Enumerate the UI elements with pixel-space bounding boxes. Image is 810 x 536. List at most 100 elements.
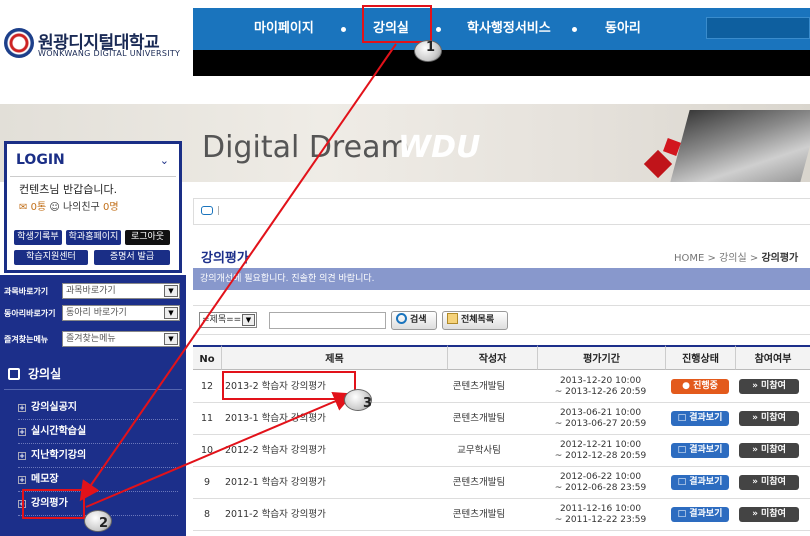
university-logo[interactable]: 원광디지털대학교 WONKWANG DIGITAL UNIVERSITY	[4, 28, 190, 62]
quicklink-club: 동아리바로가기 동아리 바로가기 ▼	[4, 305, 182, 322]
row-author: 콘텐츠개발팀	[452, 477, 506, 488]
speech-bubble-icon	[201, 206, 213, 215]
message-bar: |	[193, 198, 810, 225]
status-progress-badge[interactable]: ● 진행중	[671, 379, 729, 394]
highlight-box-nav-classroom	[362, 5, 432, 43]
login-heading: LOGIN	[16, 152, 65, 168]
row-number: 9	[203, 477, 211, 488]
column-header-participation: 참여여부	[735, 345, 810, 370]
plus-icon: +	[18, 452, 26, 460]
search-input[interactable]	[269, 312, 386, 329]
row-number: 10	[200, 445, 214, 456]
learning-support-button[interactable]: 학습지원센터	[14, 250, 88, 265]
view-result-button[interactable]: □ 결과보기	[671, 475, 729, 490]
chevron-down-icon[interactable]: ▼	[242, 314, 255, 326]
chevron-down-icon[interactable]: ▼	[164, 285, 178, 297]
chevron-down-icon[interactable]: ▼	[164, 333, 178, 345]
banner-wdu-logo: WDU	[398, 130, 481, 165]
divider	[10, 176, 176, 177]
table-row: 10 2012-2 학습자 강의평가 교무학사팀 2012-12-21 10:0…	[193, 435, 810, 467]
sidebar-item-notice[interactable]: + 강의실공지	[18, 398, 178, 420]
search-field-select[interactable]: =제목== ▼	[199, 312, 257, 328]
chevron-down-icon[interactable]: ⌄	[160, 154, 169, 167]
quicklink-label: 동아리바로가기	[4, 309, 56, 318]
logo-english-name: WONKWANG DIGITAL UNIVERSITY	[38, 49, 181, 58]
university-emblem-icon	[4, 28, 34, 58]
top-search-input[interactable]	[706, 17, 810, 39]
participation-badge: » 미참여	[739, 443, 799, 458]
quicklink-label: 과목바로가기	[4, 287, 49, 296]
login-box: LOGIN ⌄ 컨텐츠님 반갑습니다. ✉ 0통 ☺ 나의친구 0명 학생기록부…	[4, 141, 182, 273]
view-result-button[interactable]: □ 결과보기	[671, 411, 729, 426]
sidebar-item-live-study[interactable]: + 실시간학습실	[18, 422, 178, 444]
participation-badge: » 미참여	[739, 411, 799, 426]
row-period: 2012-12-21 10:00 ~ 2012-12-28 20:59	[554, 440, 647, 461]
participation-badge: » 미참여	[739, 507, 799, 522]
club-select[interactable]: 동아리 바로가기 ▼	[62, 305, 180, 321]
highlight-box-course-evaluation	[22, 489, 85, 519]
row-author: 콘텐츠개발팀	[452, 413, 506, 424]
column-header-period: 평가기간	[537, 345, 665, 370]
breadcrumb-section[interactable]: 강의실	[719, 253, 747, 264]
friends-count[interactable]: 0명	[103, 202, 119, 213]
row-number: 12	[200, 381, 214, 392]
row-period: 2013-12-20 10:00 ~ 2013-12-26 20:59	[554, 376, 647, 397]
search-button[interactable]: 검색	[391, 311, 437, 330]
column-header-author: 작성자	[447, 345, 537, 370]
sidebar-item-past-lectures[interactable]: + 지난학기강의	[18, 446, 178, 468]
friends-label: 나의친구	[62, 202, 100, 213]
mail-icon: ✉	[19, 202, 28, 213]
row-author: 콘텐츠개발팀	[452, 509, 506, 520]
table-row: 9 2012-1 학습자 강의평가 콘텐츠개발팀 2012-06-22 10:0…	[193, 467, 810, 499]
maple-leaf-image	[643, 149, 673, 179]
notice-bar: 강의개선에 필요합니다. 진솔한 의견 바랍니다.	[193, 268, 810, 290]
table-row: 8 2011-2 학습자 강의평가 콘텐츠개발팀 2011-12-16 10:0…	[193, 499, 810, 531]
step-number: 2	[99, 516, 109, 531]
all-list-button[interactable]: 전체목록	[442, 311, 508, 330]
friend-icon: ☺	[49, 202, 60, 213]
student-record-button[interactable]: 학생기록부	[14, 230, 62, 245]
quicklink-course: 과목바로가기 과목바로가기 ▼	[4, 283, 182, 300]
certificate-button[interactable]: 증명서 발급	[94, 250, 170, 265]
favorites-select[interactable]: 즐겨찾는메뉴 ▼	[62, 331, 180, 347]
nav-separator-dot	[341, 27, 346, 32]
row-title-link[interactable]: 2012-1 학습자 강의평가	[225, 467, 415, 499]
view-result-button[interactable]: □ 결과보기	[671, 443, 729, 458]
breadcrumb-home[interactable]: HOME	[674, 253, 704, 264]
mail-count[interactable]: 0통	[31, 202, 47, 213]
row-author: 콘텐츠개발팀	[452, 381, 506, 392]
participation-badge: » 미참여	[739, 475, 799, 490]
search-row: =제목== ▼ 검색 전체목록	[193, 305, 810, 335]
row-title-link[interactable]: 2013-1 학습자 강의평가	[225, 403, 415, 435]
page-title: 강의평가	[201, 251, 249, 266]
user-greeting: 컨텐츠님 반갑습니다.	[19, 183, 118, 196]
nav-academic-services[interactable]: 학사행정서비스	[467, 8, 551, 50]
column-header-title: 제목	[221, 345, 447, 370]
plus-icon: +	[18, 404, 26, 412]
row-period: 2013-06-21 10:00 ~ 2013-06-27 20:59	[554, 408, 647, 429]
row-title-link[interactable]: 2012-2 학습자 강의평가	[225, 435, 415, 467]
top-navigation: 마이페이지 강의실 학사행정서비스 동아리	[193, 8, 810, 50]
row-title-link[interactable]: 2011-2 학습자 강의평가	[225, 499, 415, 531]
breadcrumb-current: 강의평가	[761, 253, 799, 264]
table-row: 11 2013-1 학습자 강의평가 콘텐츠개발팀 2013-06-21 10:…	[193, 403, 810, 435]
breadcrumb: HOME > 강의실 > 강의평가	[674, 253, 799, 264]
quicklink-favorites: 즐겨찾는메뉴 즐겨찾는메뉴 ▼	[4, 331, 182, 348]
row-author: 교무학사팀	[457, 445, 501, 456]
nav-clubs[interactable]: 동아리	[605, 8, 641, 50]
plus-icon: +	[18, 476, 26, 484]
row-number: 8	[203, 509, 211, 520]
chevron-down-icon[interactable]: ▼	[164, 307, 178, 319]
user-stats: ✉ 0통 ☺ 나의친구 0명	[19, 198, 119, 213]
department-homepage-button[interactable]: 학과홈페이지	[66, 230, 121, 245]
banner-title: Digital Dream	[202, 130, 410, 165]
row-number: 11	[200, 413, 214, 424]
view-result-button[interactable]: □ 결과보기	[671, 507, 729, 522]
sidemenu-heading: 강의실	[8, 365, 61, 382]
logout-button[interactable]: 로그아웃	[125, 230, 170, 245]
participation-badge: » 미참여	[739, 379, 799, 394]
row-period: 2011-12-16 10:00 ~ 2011-12-22 23:59	[554, 504, 647, 525]
course-select[interactable]: 과목바로가기 ▼	[62, 283, 180, 299]
nav-mypage[interactable]: 마이페이지	[254, 8, 314, 50]
column-header-status: 진행상태	[665, 345, 735, 370]
